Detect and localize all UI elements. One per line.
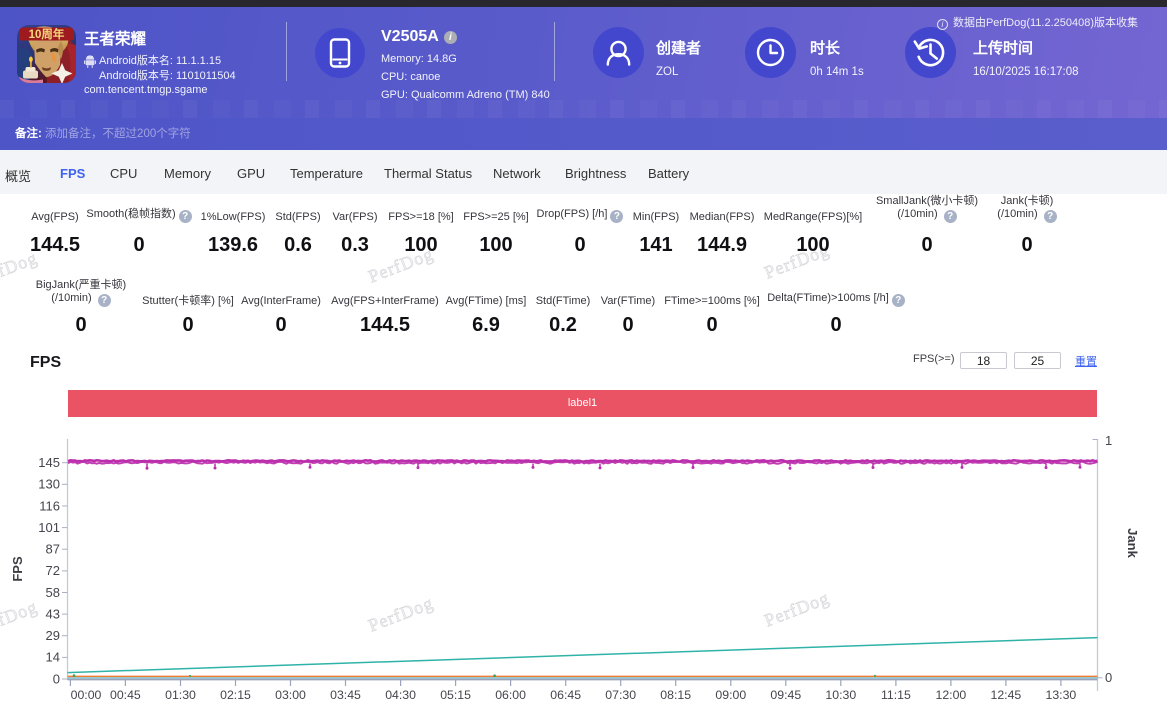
svg-text:06:00: 06:00	[495, 688, 526, 702]
svg-text:0: 0	[53, 671, 60, 686]
svg-text:10:30: 10:30	[825, 688, 856, 702]
svg-text:72: 72	[46, 563, 60, 578]
svg-text:04:30: 04:30	[385, 688, 416, 702]
svg-text:12:00: 12:00	[936, 688, 967, 702]
svg-text:87: 87	[46, 542, 60, 557]
svg-text:10周年: 10周年	[29, 27, 65, 41]
svg-text:43: 43	[46, 606, 60, 621]
svg-text:145: 145	[38, 455, 60, 470]
svg-text:05:15: 05:15	[440, 688, 471, 702]
svg-text:0: 0	[1105, 670, 1112, 685]
svg-text:13:30: 13:30	[1046, 688, 1077, 702]
svg-text:14: 14	[46, 650, 60, 665]
svg-text:130: 130	[38, 477, 60, 492]
svg-text:06:45: 06:45	[550, 688, 581, 702]
svg-text:02:15: 02:15	[220, 688, 251, 702]
svg-text:Jank: Jank	[1125, 528, 1140, 558]
svg-text:03:00: 03:00	[275, 688, 306, 702]
svg-text:58: 58	[46, 585, 60, 600]
svg-text:29: 29	[46, 628, 60, 643]
svg-text:08:15: 08:15	[660, 688, 691, 702]
svg-text:07:30: 07:30	[605, 688, 636, 702]
svg-text:101: 101	[38, 520, 60, 535]
svg-text:1: 1	[1105, 433, 1112, 448]
svg-text:116: 116	[39, 498, 60, 513]
svg-text:01:30: 01:30	[165, 688, 196, 702]
svg-text:00:00: 00:00	[71, 688, 102, 702]
svg-text:03:45: 03:45	[330, 688, 361, 702]
svg-text:12:45: 12:45	[991, 688, 1022, 702]
svg-text:09:00: 09:00	[715, 688, 746, 702]
svg-text:FPS: FPS	[10, 556, 25, 582]
svg-text:11:15: 11:15	[881, 688, 911, 702]
svg-text:09:45: 09:45	[770, 688, 801, 702]
svg-text:00:45: 00:45	[110, 688, 141, 702]
